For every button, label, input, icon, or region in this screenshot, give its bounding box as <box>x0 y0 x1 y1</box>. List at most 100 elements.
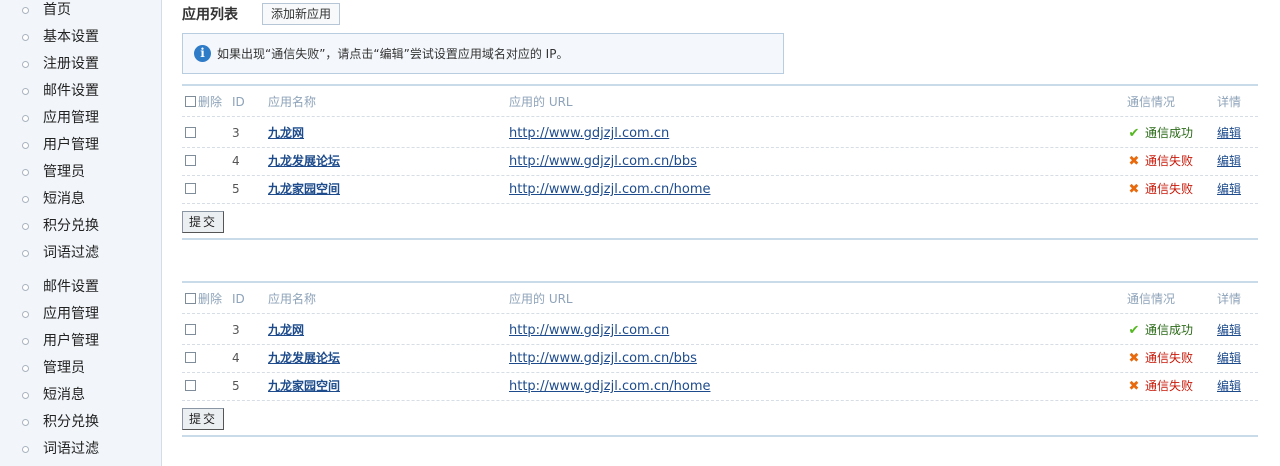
notice-box: i 如果出现“通信失败”，请点击“编辑”尝试设置应用域名对应的 IP。 <box>182 33 784 74</box>
app-table-2: 删除 ID 应用名称 应用的 URL 通信情况 详情 3 九龙网 http://… <box>182 281 1258 430</box>
sidebar-item-user-management[interactable]: 用户管理 <box>0 328 161 355</box>
sidebar-item-admins[interactable]: 管理员 <box>0 355 161 382</box>
sidebar-item-home[interactable]: 首页 <box>0 0 161 24</box>
sidebar-item-label: 基本设置 <box>43 29 99 45</box>
checkbox[interactable] <box>185 127 196 138</box>
row-checkbox[interactable] <box>185 175 196 203</box>
submit-button[interactable]: 提交 <box>182 211 225 233</box>
bullet-icon <box>22 250 29 257</box>
row-id: 3 <box>232 323 240 337</box>
notice-text: 如果出现“通信失败”，请点击“编辑”尝试设置应用域名对应的 IP。 <box>217 47 569 61</box>
sidebar-item-word-filter[interactable]: 词语过滤 <box>0 436 161 463</box>
checkbox[interactable] <box>185 183 196 194</box>
bullet-icon <box>22 446 29 453</box>
sidebar: 首页 基本设置 注册设置 邮件设置 应用管理 用户管理 管理员 短消息 积分兑换… <box>0 0 162 466</box>
sidebar-item-messages[interactable]: 短消息 <box>0 186 161 213</box>
row-checkbox[interactable] <box>185 372 196 400</box>
edit-link[interactable]: 编辑 <box>1217 323 1241 337</box>
sidebar-item-register-settings[interactable]: 注册设置 <box>0 51 161 78</box>
sidebar-item-label: 词语过滤 <box>43 245 99 261</box>
app-url-link[interactable]: http://www.gdjzjl.com.cn <box>509 126 669 141</box>
sidebar-item-label: 词语过滤 <box>43 441 99 457</box>
sidebar-item-app-management[interactable]: 应用管理 <box>0 105 161 132</box>
status-text: 通信失败 <box>1145 351 1194 365</box>
header-name: 应用名称 <box>268 95 317 109</box>
row-checkbox[interactable] <box>185 344 196 372</box>
cross-icon: ✖ <box>1128 154 1140 169</box>
edit-link[interactable]: 编辑 <box>1217 182 1241 196</box>
info-icon: i <box>194 45 211 62</box>
app-name-link[interactable]: 九龙发展论坛 <box>268 351 340 365</box>
app-name-link[interactable]: 九龙家园空间 <box>268 379 340 393</box>
sidebar-item-label: 邮件设置 <box>43 83 99 99</box>
status-badge: ✖ 通信失败 <box>1127 344 1193 372</box>
row-checkbox[interactable] <box>185 147 196 175</box>
app-name-link[interactable]: 九龙网 <box>268 323 304 337</box>
header-name: 应用名称 <box>268 292 317 306</box>
cross-icon: ✖ <box>1128 182 1140 197</box>
status-badge: ✔ 通信成功 <box>1127 119 1193 147</box>
edit-link[interactable]: 编辑 <box>1217 351 1241 365</box>
sidebar-item-mail-settings[interactable]: 邮件设置 <box>0 78 161 105</box>
add-app-button[interactable]: 添加新应用 <box>262 3 341 25</box>
sidebar-item-basic-settings[interactable]: 基本设置 <box>0 24 161 51</box>
app-url-link[interactable]: http://www.gdjzjl.com.cn <box>509 323 669 338</box>
status-text: 通信失败 <box>1145 379 1194 393</box>
app-url-link[interactable]: http://www.gdjzjl.com.cn/home <box>509 379 710 394</box>
status-badge: ✖ 通信失败 <box>1127 372 1193 400</box>
bullet-icon <box>22 88 29 95</box>
checkbox[interactable] <box>185 324 196 335</box>
edit-link[interactable]: 编辑 <box>1217 154 1241 168</box>
row-checkbox[interactable] <box>185 316 196 344</box>
edit-link[interactable]: 编辑 <box>1217 379 1241 393</box>
sidebar-item-admins[interactable]: 管理员 <box>0 159 161 186</box>
sidebar-item-label: 积分兑换 <box>43 414 99 430</box>
app-url-link[interactable]: http://www.gdjzjl.com.cn/bbs <box>509 154 697 169</box>
header-url: 应用的 URL <box>509 292 573 306</box>
bullet-icon <box>22 365 29 372</box>
sidebar-item-credit-exchange[interactable]: 积分兑换 <box>0 213 161 240</box>
row-id: 4 <box>232 154 240 168</box>
bullet-icon <box>22 34 29 41</box>
checkbox[interactable] <box>185 380 196 391</box>
submit-button[interactable]: 提交 <box>182 408 225 430</box>
bullet-icon <box>22 338 29 345</box>
sidebar-item-app-management[interactable]: 应用管理 <box>0 301 161 328</box>
app-url-link[interactable]: http://www.gdjzjl.com.cn/bbs <box>509 351 697 366</box>
bullet-icon <box>22 169 29 176</box>
sidebar-item-label: 短消息 <box>43 191 85 207</box>
divider <box>182 435 1258 437</box>
row-id: 3 <box>232 126 240 140</box>
app-name-link[interactable]: 九龙家园空间 <box>268 182 340 196</box>
header-detail: 详情 <box>1217 95 1242 109</box>
checkbox[interactable] <box>185 352 196 363</box>
select-all[interactable]: 删除 <box>185 88 222 116</box>
checkbox[interactable] <box>185 155 196 166</box>
sidebar-item-word-filter[interactable]: 词语过滤 <box>0 240 161 267</box>
sidebar-item-label: 短消息 <box>43 387 85 403</box>
select-all[interactable]: 删除 <box>185 285 222 313</box>
app-url-link[interactable]: http://www.gdjzjl.com.cn/home <box>509 182 710 197</box>
sidebar-item-messages[interactable]: 短消息 <box>0 382 161 409</box>
sidebar-item-mail-settings[interactable]: 邮件设置 <box>0 274 161 301</box>
row-checkbox[interactable] <box>185 119 196 147</box>
sidebar-item-credit-exchange[interactable]: 积分兑换 <box>0 409 161 436</box>
app-name-link[interactable]: 九龙网 <box>268 126 304 140</box>
table-row: 4 九龙发展论坛 http://www.gdjzjl.com.cn/bbs ✖ 通… <box>182 344 1258 373</box>
table-row: 5 九龙家园空间 http://www.gdjzjl.com.cn/home ✖… <box>182 372 1258 401</box>
edit-link[interactable]: 编辑 <box>1217 126 1241 140</box>
checkbox[interactable] <box>185 293 196 304</box>
status-badge: ✖ 通信失败 <box>1127 147 1193 175</box>
header-id: ID <box>232 95 245 109</box>
sidebar-item-user-management[interactable]: 用户管理 <box>0 132 161 159</box>
checkbox[interactable] <box>185 96 196 107</box>
bullet-icon <box>22 7 29 14</box>
header-status: 通信情况 <box>1127 95 1176 109</box>
check-icon: ✔ <box>1128 126 1140 141</box>
bullet-icon <box>22 142 29 149</box>
app-name-link[interactable]: 九龙发展论坛 <box>268 154 340 168</box>
bullet-icon <box>22 223 29 230</box>
header-url: 应用的 URL <box>509 95 573 109</box>
table-row: 3 九龙网 http://www.gdjzjl.com.cn ✔ 通信成功 编辑 <box>182 119 1258 148</box>
bullet-icon <box>22 419 29 426</box>
